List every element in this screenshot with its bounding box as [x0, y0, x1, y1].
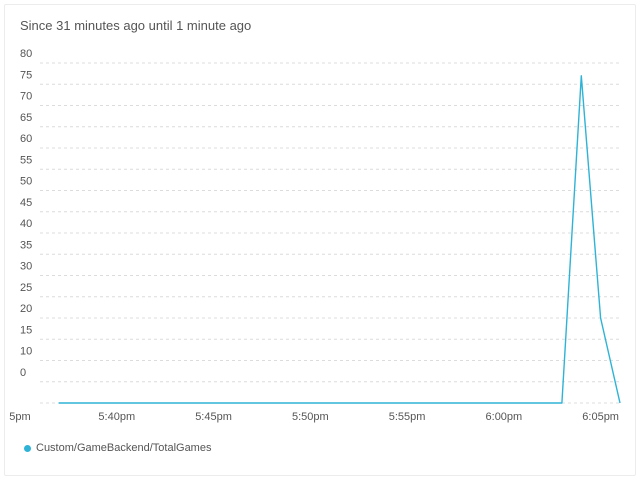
legend[interactable]: Custom/GameBackend/TotalGames [24, 442, 211, 454]
y-tick-label: 25 [20, 282, 32, 294]
grid-layer [40, 62, 620, 404]
x-tick-label: 5:55pm [389, 411, 426, 423]
series-line[interactable] [58, 75, 621, 404]
y-axis: 0 10 15 20 25 30 35 40 45 50 55 60 65 70 75 80 [20, 48, 32, 379]
legend-swatch [24, 444, 31, 452]
x-tick-label: 5:45pm [195, 411, 232, 423]
legend-label: Custom/GameBackend/TotalGames [36, 442, 212, 454]
x-axis: 5pm 5:40pm 5:45pm 5:50pm 5:55pm 6:00pm 6:05pm [9, 411, 619, 423]
x-tick-label: 6:00pm [486, 411, 523, 423]
y-tick-label: 80 [20, 48, 32, 60]
series-layer [58, 75, 621, 404]
y-tick-label: 10 [20, 346, 32, 358]
y-tick-label: 35 [20, 239, 32, 251]
y-tick-label: 70 [20, 91, 32, 103]
x-tick-label: 5pm [9, 411, 30, 423]
y-tick-label: 15 [20, 324, 32, 336]
y-tick-label: 60 [20, 133, 32, 145]
x-tick-label: 6:05pm [582, 411, 619, 423]
y-tick-label: 75 [20, 69, 32, 81]
y-tick-label: 40 [20, 218, 32, 230]
line-chart: 0 10 15 20 25 30 35 40 45 50 55 60 65 70 75 80 5pm 5:40p… [9, 48, 621, 423]
y-tick-label: 55 [20, 154, 32, 166]
y-tick-label: 65 [20, 112, 32, 124]
x-tick-label: 5:50pm [292, 411, 329, 423]
x-tick-label: 5:40pm [98, 411, 135, 423]
y-tick-label: 20 [20, 303, 32, 315]
y-tick-label: 50 [20, 176, 32, 188]
y-tick-label: 45 [20, 197, 32, 209]
y-tick-label: 30 [20, 261, 32, 273]
y-tick-label: 0 [20, 367, 26, 379]
